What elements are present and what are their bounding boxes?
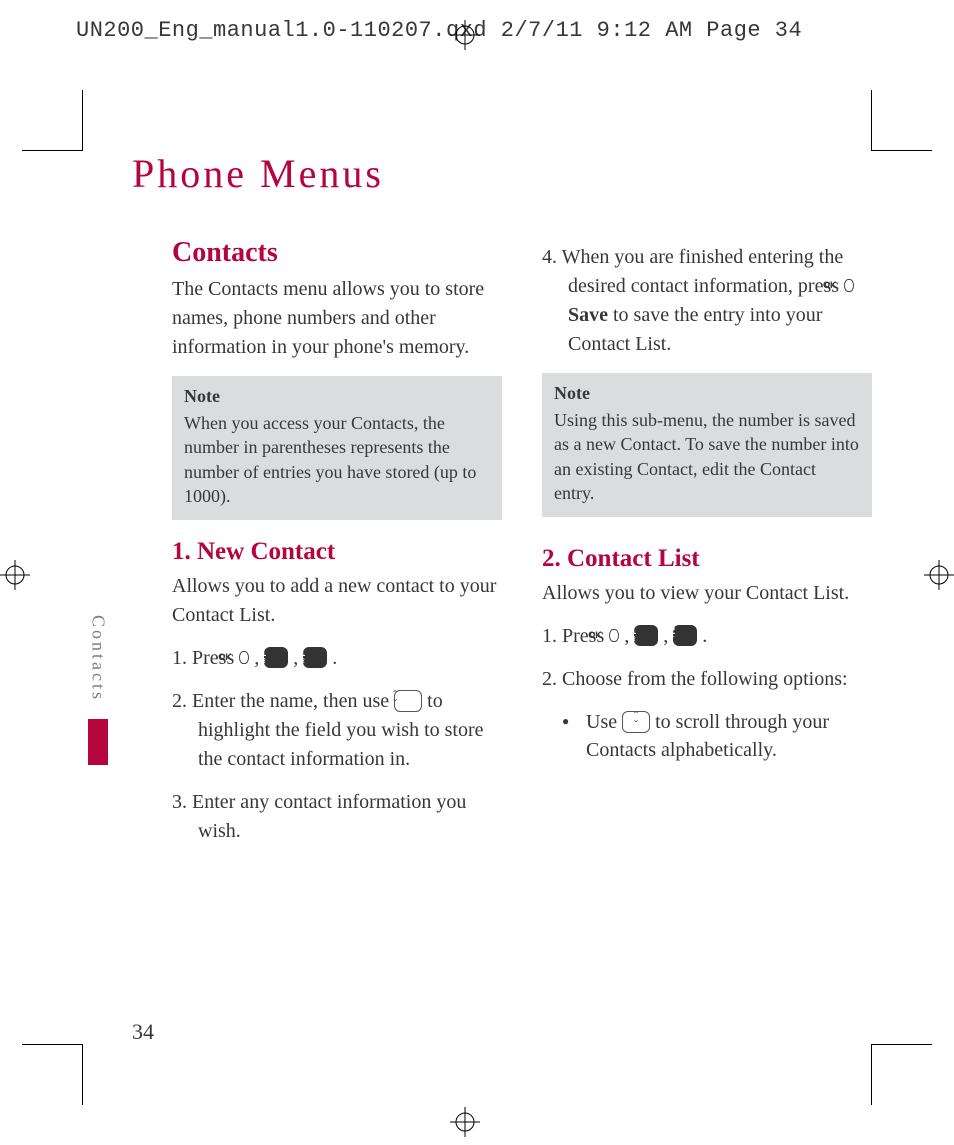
note-body: When you access your Contacts, the numbe… bbox=[184, 411, 490, 508]
page-title: Phone Menus bbox=[132, 150, 872, 197]
crop-mark-icon bbox=[871, 90, 932, 151]
step-text: Press bbox=[192, 647, 239, 669]
crop-mark-icon bbox=[22, 90, 83, 151]
page-number: 34 bbox=[132, 1019, 154, 1045]
crop-mark-icon bbox=[22, 1044, 83, 1105]
period: . bbox=[697, 625, 707, 647]
save-label: Save bbox=[568, 304, 608, 326]
note-box: Note When you access your Contacts, the … bbox=[172, 376, 502, 520]
note-box: Note Using this sub-menu, the number is … bbox=[542, 373, 872, 517]
step-item: Press OK , 1R , 1R . bbox=[172, 644, 502, 673]
steps-list: Press OK , 1R , 2T . Choose from the fol… bbox=[542, 622, 872, 694]
left-column: Contacts The Contacts menu allows you to… bbox=[172, 237, 502, 860]
nav-key-icon bbox=[394, 690, 422, 712]
registration-mark-icon bbox=[0, 560, 30, 590]
bullet-text: Use bbox=[586, 711, 622, 733]
registration-mark-icon bbox=[924, 560, 954, 590]
ok-key-icon: OK bbox=[239, 651, 249, 664]
section-desc: Allows you to add a new contact to your … bbox=[172, 572, 502, 630]
step-item: Enter the name, then use to highlight th… bbox=[172, 687, 502, 774]
one-key-icon: 1R bbox=[634, 625, 658, 646]
step-text: Enter the name, then use bbox=[192, 690, 394, 712]
intro-paragraph: The Contacts menu allows you to store na… bbox=[172, 275, 502, 362]
one-key-icon: 1R bbox=[264, 647, 288, 668]
section-desc: Allows you to view your Contact List. bbox=[542, 579, 872, 608]
steps-list: Press OK , 1R , 1R . Enter the name, the… bbox=[172, 644, 502, 846]
step-item: Enter any contact information you wish. bbox=[172, 788, 502, 846]
step-text: Press bbox=[562, 625, 609, 647]
period: . bbox=[327, 647, 337, 669]
registration-mark-icon bbox=[450, 20, 480, 50]
one-key-icon: 1R bbox=[303, 647, 327, 668]
steps-list-cont: When you are finished entering the desir… bbox=[542, 243, 872, 359]
note-title: Note bbox=[184, 386, 490, 407]
note-body: Using this sub-menu, the number is saved… bbox=[554, 408, 860, 505]
step-item: Choose from the following options: bbox=[542, 665, 872, 694]
crop-mark-icon bbox=[871, 1044, 932, 1105]
step-text: When you are finished entering the desir… bbox=[562, 246, 844, 297]
section-heading-contact-list: 2. Contact List bbox=[542, 545, 872, 573]
bullet-list: Use to scroll through your Contacts alph… bbox=[562, 708, 872, 764]
section-heading-new-contact: 1. New Contact bbox=[172, 538, 502, 566]
ok-key-icon: OK bbox=[844, 279, 854, 292]
step-item: Press OK , 1R , 2T . bbox=[542, 622, 872, 651]
nav-key-icon bbox=[622, 711, 650, 733]
bullet-item: Use to scroll through your Contacts alph… bbox=[562, 708, 872, 764]
step-item: When you are finished entering the desir… bbox=[542, 243, 872, 359]
two-key-icon: 2T bbox=[673, 625, 697, 646]
note-title: Note bbox=[554, 383, 860, 404]
page-frame: Phone Menus Contacts The Contacts menu a… bbox=[82, 150, 872, 860]
ok-key-icon: OK bbox=[609, 629, 619, 642]
right-column: When you are finished entering the desir… bbox=[542, 237, 872, 860]
print-slug: UN200_Eng_manual1.0-110207.qxd 2/7/11 9:… bbox=[76, 18, 802, 43]
registration-mark-icon bbox=[450, 1107, 480, 1137]
section-heading-contacts: Contacts bbox=[172, 237, 502, 269]
